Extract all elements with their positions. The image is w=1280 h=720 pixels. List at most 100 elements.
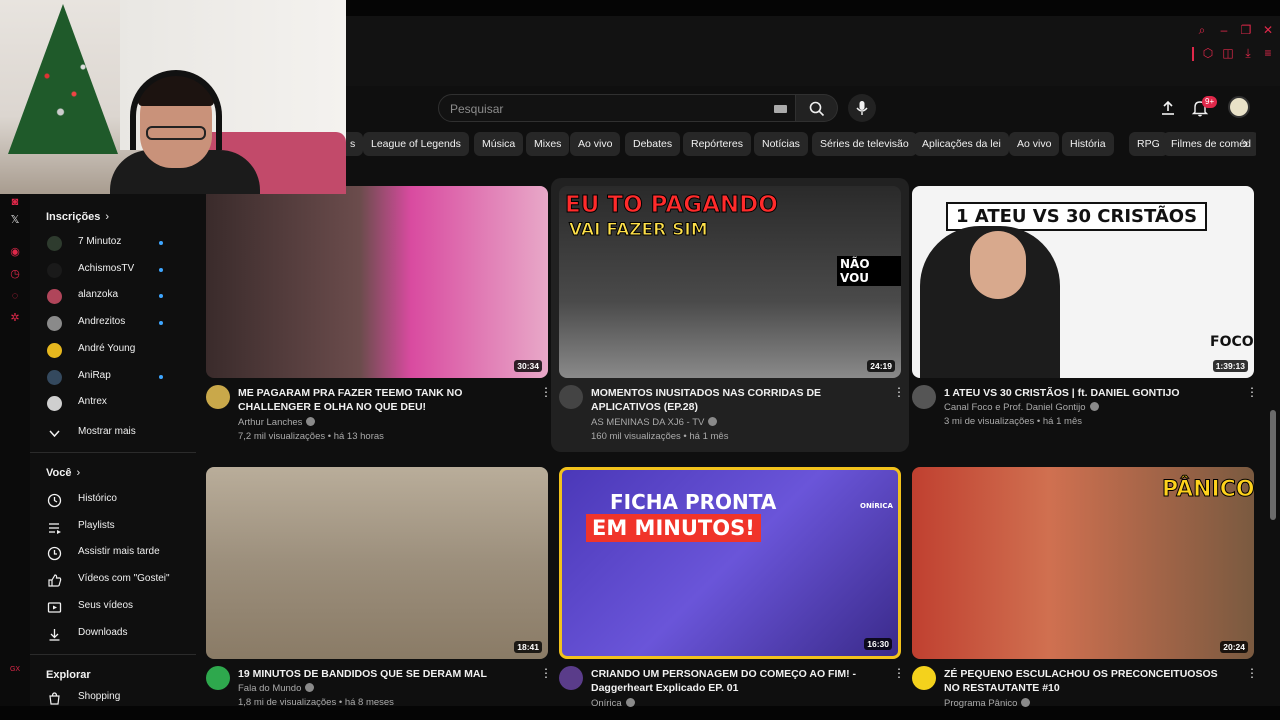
sidebar-item-v-deos-com-gostei[interactable]: Vídeos com "Gostei" xyxy=(30,568,196,592)
create-button[interactable] xyxy=(1158,98,1178,118)
subscription-item[interactable]: alanzoka xyxy=(30,284,196,308)
history-icon[interactable]: ◷ xyxy=(9,268,21,280)
video-card[interactable]: PÂNICO 20:24 ZÉ PEQUENO ESCULACHOU OS PREC… xyxy=(912,467,1258,717)
chip-4[interactable]: Mixes xyxy=(526,132,570,156)
channel-name[interactable]: Programa Pânico xyxy=(944,698,1031,709)
sidebar-item-assistir-mais-tarde[interactable]: Assistir mais tarde xyxy=(30,541,196,565)
webcam-overlay xyxy=(0,0,346,194)
video-title[interactable]: 19 MINUTOS DE BANDIDOS QUE SE DERAM MAL xyxy=(238,667,530,681)
video-card[interactable]: 30:34 ME PAGARAM PRA FAZER TEEMO TANK NO … xyxy=(206,186,552,442)
subscription-item[interactable]: Andrezitos xyxy=(30,311,196,335)
more-actions-icon[interactable]: ⋮ xyxy=(893,667,905,679)
channel-name[interactable]: AS MENINAS DA XJ6 - TV xyxy=(591,417,718,428)
account-avatar[interactable] xyxy=(1228,96,1250,118)
player-icon[interactable]: ◉ xyxy=(9,246,21,258)
sidebar-item-hist-rico[interactable]: Histórico xyxy=(30,488,196,512)
video-thumbnail[interactable]: 1 ATEU VS 30 CRISTÃOS FOCO 1:39:13 xyxy=(912,186,1254,378)
more-actions-icon[interactable]: ⋮ xyxy=(540,667,552,679)
chip-5[interactable]: Ao vivo xyxy=(570,132,621,156)
video-thumbnail[interactable]: 18:41 xyxy=(206,467,548,659)
subscription-item[interactable]: Antrex xyxy=(30,391,196,415)
chevron-right-icon[interactable]: › xyxy=(1243,136,1257,152)
more-actions-icon[interactable]: ⋮ xyxy=(893,386,905,398)
extensions-icon[interactable]: ⬡ xyxy=(1202,47,1214,61)
subscription-label: Andrezitos xyxy=(78,316,126,328)
chip-1[interactable]: s xyxy=(346,132,364,156)
channel-avatar[interactable] xyxy=(912,666,936,690)
download-icon[interactable]: ⤓ xyxy=(1242,47,1254,61)
video-thumbnail[interactable]: PÂNICO 20:24 xyxy=(912,467,1254,659)
chip-7[interactable]: Repórteres xyxy=(683,132,751,156)
sidebar-item-seus-v-deos[interactable]: Seus vídeos xyxy=(30,595,196,619)
channel-avatar[interactable] xyxy=(559,385,583,409)
more-actions-icon[interactable]: ⋮ xyxy=(1246,667,1258,679)
video-card[interactable]: FICHA PRONTA EM MINUTOS! ONÍRICA 16:30 CRIAN… xyxy=(559,467,905,717)
video-card[interactable]: 1 ATEU VS 30 CRISTÃOS FOCO 1:39:13 1 ATEU V… xyxy=(912,186,1258,436)
video-title[interactable]: 1 ATEU VS 30 CRISTÃOS | ft. DANIEL GONTI… xyxy=(944,386,1236,400)
channel-name[interactable]: Fala do Mundo xyxy=(238,683,315,694)
settings-icon[interactable]: ✲ xyxy=(9,312,21,324)
channel-avatar xyxy=(47,289,62,305)
snapshot-icon[interactable]: ◫ xyxy=(1222,47,1234,61)
search-input[interactable]: Pesquisar xyxy=(438,94,796,122)
messenger-icon[interactable]: ◌ xyxy=(9,290,21,302)
channel-name[interactable]: Onírica xyxy=(591,698,635,709)
channel-name[interactable]: Canal Foco e Prof. Daniel Gontijo xyxy=(944,402,1099,413)
thumb-overlay-text: EM MINUTOS! xyxy=(586,514,761,542)
channel-name[interactable]: Arthur Lanches xyxy=(238,417,316,428)
chip-13[interactable]: RPG xyxy=(1129,132,1168,156)
chip-12[interactable]: História xyxy=(1062,132,1114,156)
more-actions-icon[interactable]: ⋮ xyxy=(1246,386,1258,398)
close-icon[interactable]: ✕ xyxy=(1262,24,1274,36)
sidebar-item-shopping[interactable]: Shopping xyxy=(30,686,196,706)
subscription-item[interactable]: André Young xyxy=(30,338,196,362)
video-title[interactable]: CRIANDO UM PERSONAGEM DO COMEÇO AO FIM! … xyxy=(591,667,883,695)
video-title[interactable]: ZÉ PEQUENO ESCULACHOU OS PRECONCEITUOSOS… xyxy=(944,667,1236,695)
channel-avatar[interactable] xyxy=(912,385,936,409)
chip-3[interactable]: Música xyxy=(474,132,524,156)
page-scrollbar[interactable] xyxy=(1270,410,1276,520)
presenter-face xyxy=(970,231,1026,299)
chip-8[interactable]: Notícias xyxy=(754,132,808,156)
keyboard-icon[interactable] xyxy=(774,105,787,113)
chip-10[interactable]: Aplicações da lei xyxy=(914,132,1009,156)
show-more-button[interactable]: Mostrar mais xyxy=(30,421,196,445)
subscription-item[interactable]: 7 Minutoz xyxy=(30,231,196,255)
video-thumbnail[interactable]: EU TO PAGANDO VAI FAZER SIM NÃO VOU 24:19 xyxy=(559,186,901,378)
more-actions-icon[interactable]: ⋮ xyxy=(540,386,552,398)
minimize-icon[interactable]: – xyxy=(1218,24,1230,36)
subscription-item[interactable]: AniRap xyxy=(30,365,196,389)
video-title[interactable]: ME PAGARAM PRA FAZER TEEMO TANK NO CHALL… xyxy=(238,386,530,414)
voice-search-button[interactable] xyxy=(848,94,876,122)
sidebar-item-label: Playlists xyxy=(78,519,115,531)
search-button[interactable] xyxy=(796,94,838,122)
video-thumbnail[interactable]: 30:34 xyxy=(206,186,548,378)
filter-chips-bar: s League of Legends Música Mixes Ao vivo Deba… xyxy=(346,132,1256,156)
chip-9[interactable]: Séries de televisão xyxy=(812,132,917,156)
video-thumbnail[interactable]: FICHA PRONTA EM MINUTOS! ONÍRICA 16:30 xyxy=(559,467,901,659)
search-placeholder: Pesquisar xyxy=(450,102,504,116)
channel-avatar[interactable] xyxy=(559,666,583,690)
verified-icon xyxy=(625,698,635,707)
sidebar-item-downloads[interactable]: Downloads xyxy=(30,622,196,646)
video-card[interactable]: EU TO PAGANDO VAI FAZER SIM NÃO VOU 24:19 MO… xyxy=(559,186,905,442)
x-icon[interactable]: 𝕏 xyxy=(9,214,21,226)
chevron-right-icon: › xyxy=(105,211,110,223)
twitch-icon[interactable]: ◙ xyxy=(9,196,21,208)
restore-icon[interactable]: ❐ xyxy=(1240,24,1252,36)
subscriptions-heading[interactable]: Inscrições › xyxy=(46,211,109,223)
new-content-dot xyxy=(159,374,163,379)
chip-2[interactable]: League of Legends xyxy=(363,132,469,156)
you-heading[interactable]: Você › xyxy=(46,467,80,479)
channel-avatar[interactable] xyxy=(206,666,230,690)
channel-avatar[interactable] xyxy=(206,385,230,409)
search-icon[interactable]: ⌕ xyxy=(1196,24,1208,36)
sidebar-item-playlists[interactable]: Playlists xyxy=(30,515,196,539)
video-title[interactable]: MOMENTOS INUSITADOS NAS CORRIDAS DE APLI… xyxy=(591,386,883,414)
chip-6[interactable]: Debates xyxy=(625,132,681,156)
thumb-overlay-text: FOCO xyxy=(1210,334,1254,350)
subscription-item[interactable]: AchismosTV xyxy=(30,258,196,282)
video-card[interactable]: 18:41 19 MINUTOS DE BANDIDOS QUE SE DERAM… xyxy=(206,467,552,717)
menu-icon[interactable]: ≡ xyxy=(1262,47,1274,61)
chip-11[interactable]: Ao vivo xyxy=(1009,132,1060,156)
